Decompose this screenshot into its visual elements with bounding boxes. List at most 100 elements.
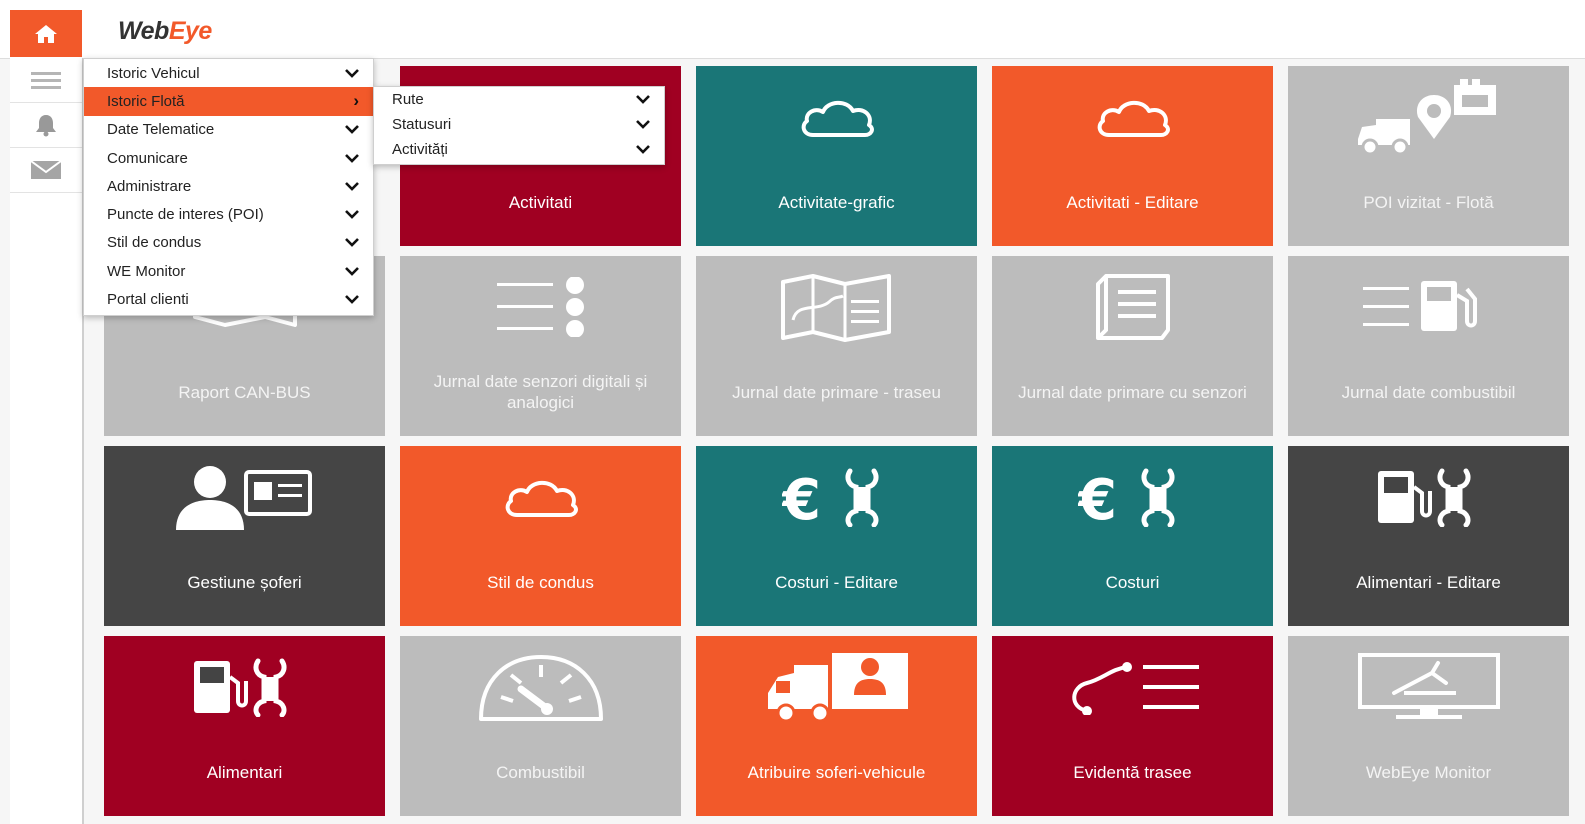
tile-jurnal-date-primare-cu-senzori[interactable]: Jurnal date primare cu senzori [992, 256, 1273, 436]
chevron-down-icon [636, 117, 650, 132]
submenu-item-label: Activități [392, 141, 448, 158]
chevron-down-icon [345, 66, 359, 81]
submenu-item-label: Rute [392, 91, 424, 108]
menu-item-label: Comunicare [107, 149, 188, 167]
tile-poi-vizitat-flotă[interactable]: POI vizitat - Flotă [1288, 66, 1569, 246]
document-icon [992, 260, 1273, 354]
menu-item[interactable]: Puncte de interes (POI) [84, 200, 373, 228]
home-button[interactable] [10, 10, 82, 57]
chevron-down-icon [345, 264, 359, 279]
tile-label: Activitate-grafic [778, 192, 895, 212]
svg-text:€: € [782, 468, 821, 527]
fuel-wrench-icon [1288, 450, 1569, 544]
webeye-logo[interactable]: WebEye [118, 17, 212, 46]
tile-label: Costuri [1105, 572, 1160, 592]
tile-jurnal-date-primare-traseu[interactable]: Jurnal date primare - traseu [696, 256, 977, 436]
tile-stil-de-condus[interactable]: Stil de condus [400, 446, 681, 626]
tile-label: Alimentari - Editare [1356, 572, 1501, 592]
tile-label: Atribuire soferi-vehicule [747, 762, 926, 782]
tile-label: Jurnal date senzori digitali și analogic… [433, 372, 648, 412]
tile-gestiune-șoferi[interactable]: Gestiune șoferi [104, 446, 385, 626]
truck-driver-icon [696, 640, 977, 734]
chevron-right-icon: › [353, 91, 359, 111]
tile-label: POI vizitat - Flotă [1363, 192, 1494, 212]
route-list-icon [992, 640, 1273, 734]
menu-item-label: Stil de condus [107, 234, 202, 252]
submenu-item[interactable]: Rute [374, 87, 664, 112]
chevron-down-icon [345, 207, 359, 222]
chevron-down-icon [636, 92, 650, 107]
tile-jurnal-date-combustibil[interactable]: Jurnal date combustibil [1288, 256, 1569, 436]
menu-item-label: Date Telematice [107, 121, 215, 139]
tile-label: Evidentă trasee [1073, 762, 1192, 782]
menu-item-label: Administrare [107, 177, 192, 195]
submenu-item[interactable]: Statusuri [374, 112, 664, 137]
list-dots-icon [400, 260, 681, 354]
fuel-list-icon [1288, 260, 1569, 354]
route-map-icon [696, 260, 977, 354]
main-dropdown-menu: Istoric Vehicul Istoric Flotă › Date Telema… [83, 58, 374, 316]
euro-wrench-icon: € [992, 450, 1273, 544]
tile-combustibil[interactable]: Combustibil [400, 636, 681, 816]
tile-alimentari-editare[interactable]: Alimentari - Editare [1288, 446, 1569, 626]
tile-label: Activitati - Editare [1066, 192, 1199, 212]
chevron-down-icon [636, 142, 650, 157]
chevron-down-icon [345, 292, 359, 307]
driver-card-icon [104, 450, 385, 544]
tile-evidentă-trasee[interactable]: Evidentă trasee [992, 636, 1273, 816]
chevron-down-icon [345, 235, 359, 250]
menu-item[interactable]: WE Monitor [84, 257, 373, 285]
menu-item-label: Istoric Vehicul [107, 64, 200, 82]
menu-item[interactable]: Portal clienti [84, 285, 373, 313]
fuel-wrench-icon [104, 640, 385, 734]
menu-item[interactable]: Comunicare [84, 144, 373, 172]
submenu-item[interactable]: Activități [374, 137, 664, 162]
tile-jurnal-date-senzori-digitali-și-analogici[interactable]: Jurnal date senzori digitali și analogic… [400, 256, 681, 436]
menu-item[interactable]: Date Telematice [84, 116, 373, 144]
left-rail [10, 58, 84, 824]
tile-activitati-editare[interactable]: Activitati - Editare [992, 66, 1273, 246]
tile-label: Alimentari [206, 762, 283, 782]
submenu-item-label: Statusuri [392, 116, 452, 133]
cloud-icon [992, 70, 1273, 164]
tile-atribuire-soferi-vehicule[interactable]: Atribuire soferi-vehicule [696, 636, 977, 816]
istoric-flota-submenu: Rute Statusuri Activități [373, 86, 665, 165]
home-icon [35, 24, 57, 43]
svg-text:€: € [1078, 468, 1117, 527]
menu-item[interactable]: Administrare [84, 172, 373, 200]
cloud-icon [400, 450, 681, 544]
menu-item-label: Portal clienti [107, 291, 189, 309]
tile-alimentari[interactable]: Alimentari [104, 636, 385, 816]
tile-label: Activitati [508, 192, 573, 212]
tile-activitate-grafic[interactable]: Activitate-grafic [696, 66, 977, 246]
tile-label: Jurnal date combustibil [1341, 382, 1516, 402]
chevron-down-icon [345, 179, 359, 194]
mail-icon [31, 160, 61, 179]
tile-costuri-editare[interactable]: € Costuri - Editare [696, 446, 977, 626]
euro-wrench-icon: € [696, 450, 977, 544]
hamburger-menu-button[interactable] [10, 58, 82, 103]
menu-item[interactable]: Istoric Flotă › [84, 87, 373, 116]
tile-label: Jurnal date primare cu senzori [1018, 382, 1247, 402]
monitor-icon [1288, 640, 1569, 734]
tile-label: Raport CAN-BUS [178, 382, 311, 402]
tile-webeye-monitor[interactable]: WebEye Monitor [1288, 636, 1569, 816]
menu-item-label: WE Monitor [107, 262, 186, 280]
menu-icon [31, 72, 61, 89]
gauge-icon [400, 640, 681, 734]
tile-costuri[interactable]: € Costuri [992, 446, 1273, 626]
menu-item-label: Puncte de interes (POI) [107, 206, 264, 224]
messages-button[interactable] [10, 148, 82, 193]
bell-icon [36, 115, 56, 137]
truck-poi-icon [1288, 70, 1569, 164]
cloud-icon [696, 70, 977, 164]
tile-label: Combustibil [496, 762, 585, 782]
menu-item[interactable]: Stil de condus [84, 229, 373, 257]
tile-label: Costuri - Editare [775, 572, 898, 592]
chevron-down-icon [345, 151, 359, 166]
menu-item[interactable]: Istoric Vehicul [84, 59, 373, 87]
notifications-button[interactable] [10, 103, 82, 148]
tile-label: WebEye Monitor [1365, 762, 1492, 782]
tile-label: Stil de condus [487, 572, 594, 592]
tile-label: Jurnal date primare - traseu [732, 382, 941, 402]
